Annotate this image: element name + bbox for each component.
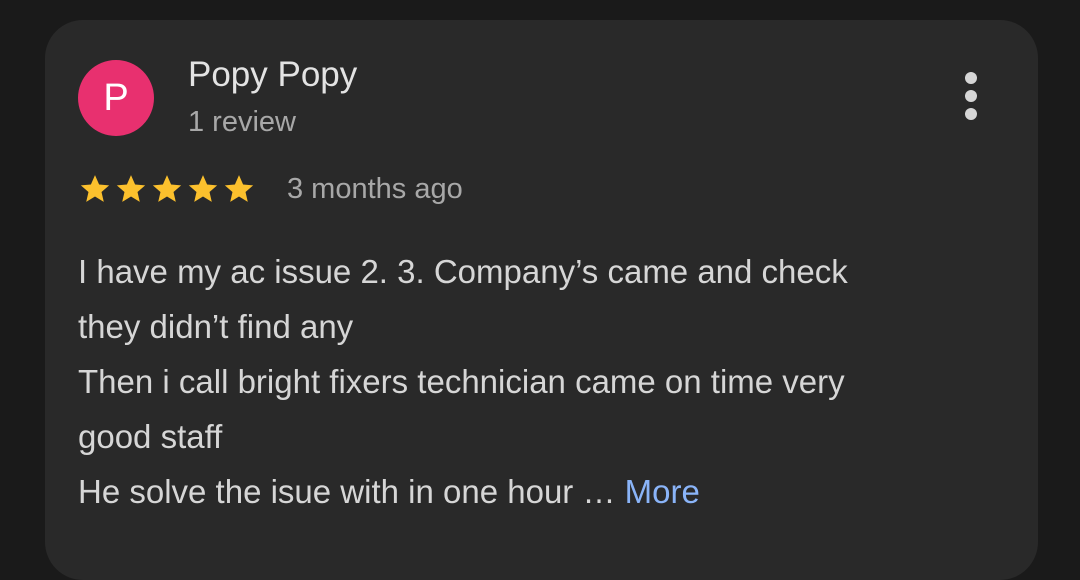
review-text-line: Then i call bright fixers technician cam… [78, 363, 845, 400]
review-text-line: I have my ac issue 2. 3. Company’s came … [78, 253, 848, 290]
star-rating [78, 170, 258, 208]
more-options-button[interactable] [953, 68, 989, 128]
review-text-line: good staff [78, 418, 223, 455]
review-card: P Popy Popy 1 review 3 months ago I have… [45, 20, 1038, 580]
more-link[interactable]: More [625, 473, 700, 510]
review-text-line: they didn’t find any [78, 308, 354, 345]
author-review-count: 1 review [188, 106, 296, 138]
avatar[interactable]: P [78, 60, 154, 136]
author-name[interactable]: Popy Popy [188, 54, 357, 96]
star-filled-icon [116, 175, 146, 202]
review-text-line-last: He solve the isue with in one hour … [78, 473, 616, 510]
review-text: I have my ac issue 2. 3. Company’s came … [78, 244, 1008, 519]
review-text-line: He solve the isue with in one hour … Mor… [78, 464, 1008, 519]
star-filled-icon [80, 175, 110, 202]
star-filled-icon [152, 175, 182, 202]
more-vert-icon [965, 72, 977, 120]
star-filled-icon [224, 175, 254, 202]
star-filled-icon [188, 175, 218, 202]
review-time: 3 months ago [287, 173, 463, 205]
